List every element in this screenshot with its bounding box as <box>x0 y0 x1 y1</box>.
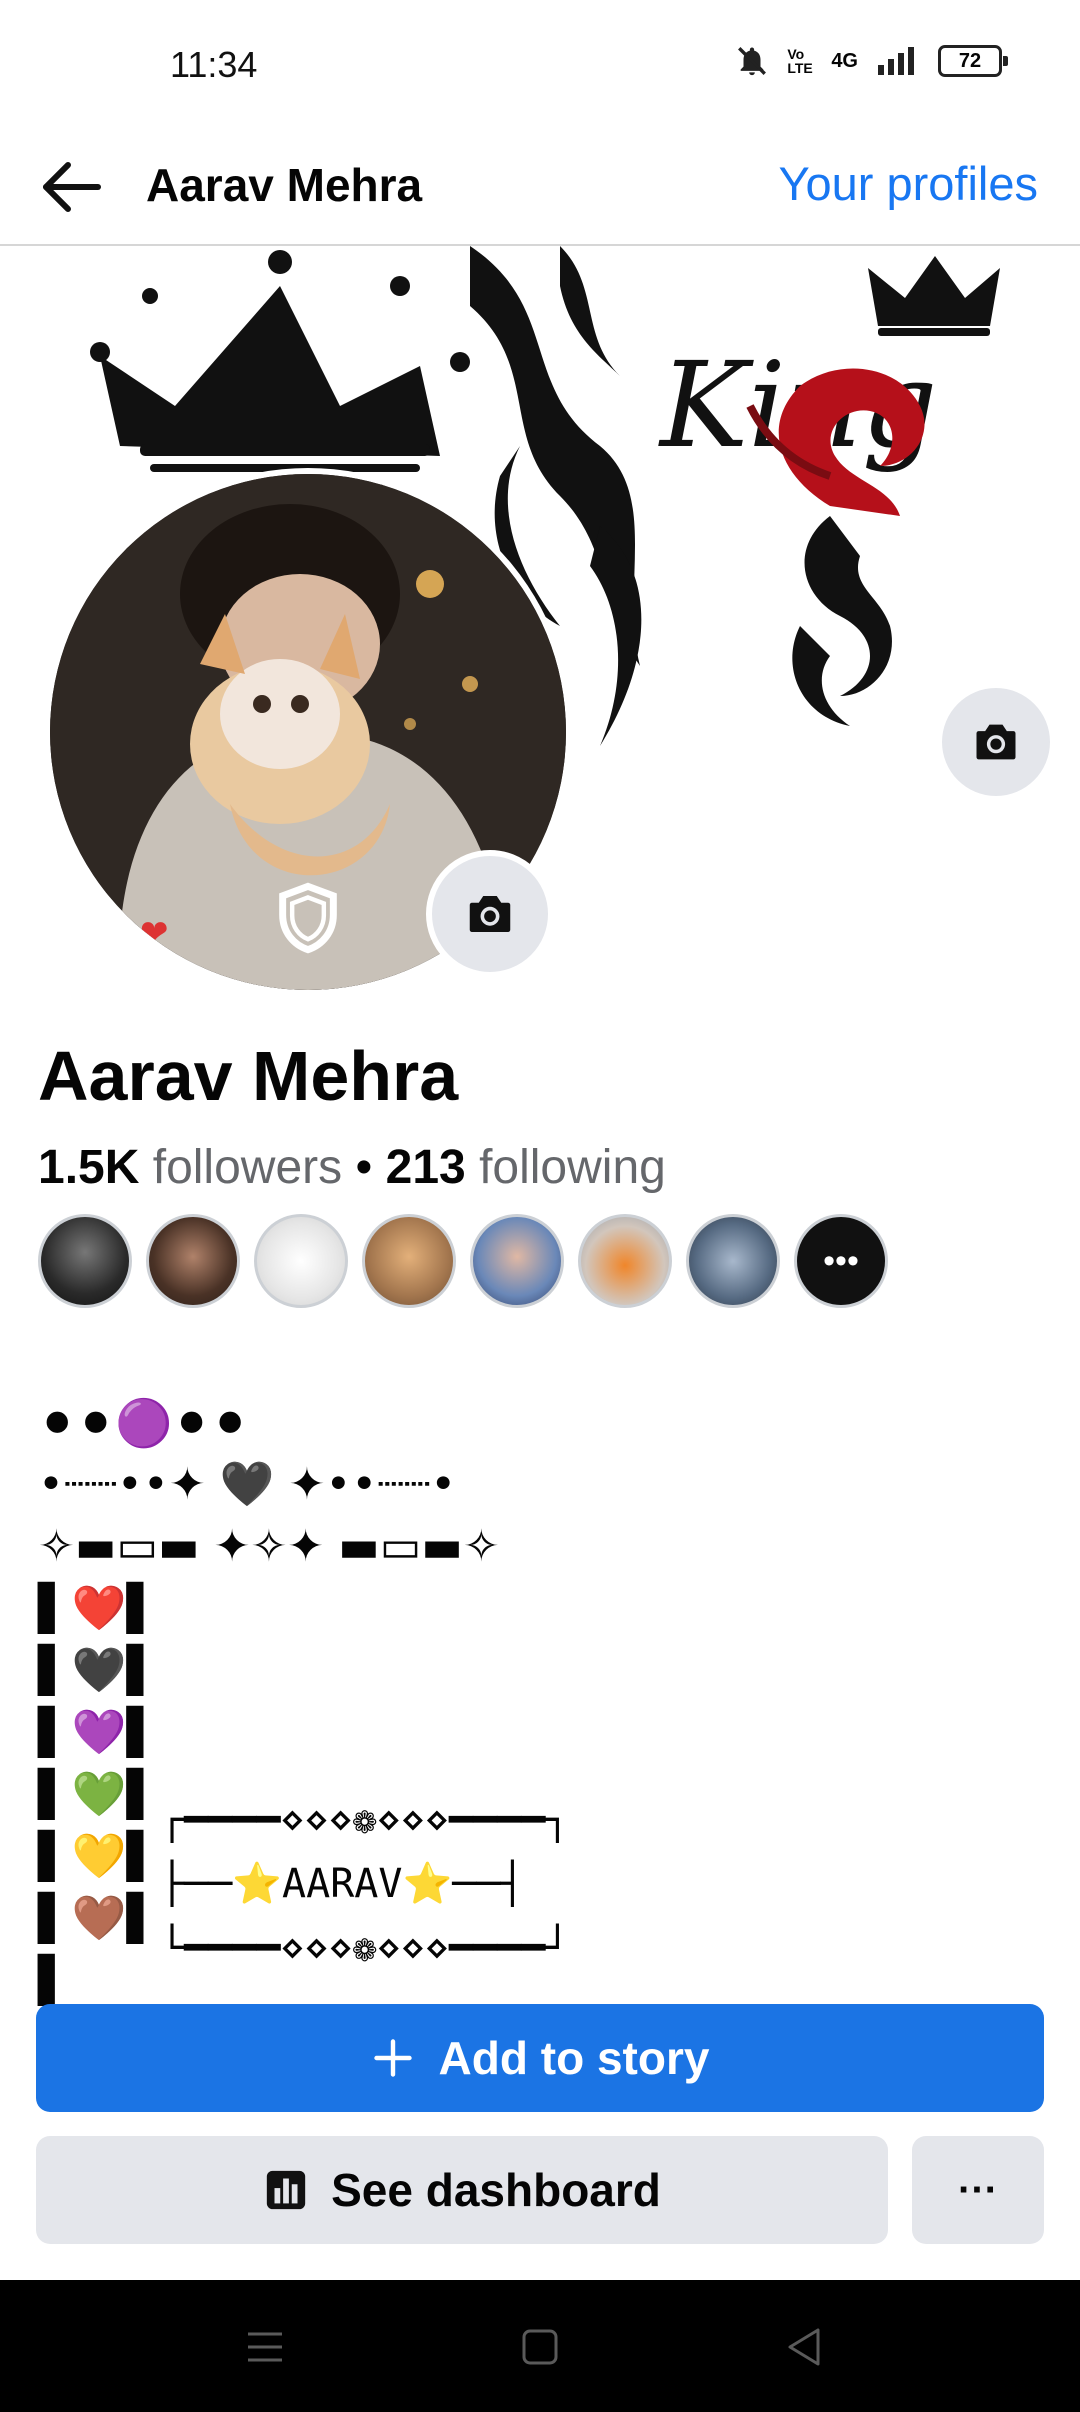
volte-indicator: Vo LTE <box>787 46 813 76</box>
friend-avatar[interactable] <box>254 1214 348 1308</box>
cover-camera-button[interactable] <box>942 688 1050 796</box>
bio-line: •┈┈••✦ 🖤 ✦••┈┈• <box>38 1459 457 1510</box>
follow-stats: 1.5K followers • 213 following <box>38 1140 666 1195</box>
battery-indicator: 72 <box>938 45 1008 77</box>
bio-line: ▌❤️▌ <box>38 1583 161 1634</box>
bio-line: ▌🖤▌ <box>38 1645 161 1696</box>
see-dashboard-label: See dashboard <box>331 2164 661 2216</box>
plus-icon <box>373 2039 412 2077</box>
following-count[interactable]: 213 <box>386 1141 466 1194</box>
frame-top: ┌━━━━⋄⋄⋄❁⋄⋄⋄━━━━┐ <box>160 1797 570 1843</box>
camera-icon <box>469 896 511 932</box>
frame-bottom: └━━━━⋄⋄⋄❁⋄⋄⋄━━━━┘ <box>160 1925 570 1971</box>
frame-middle: ├──⭐AARAV⭐──┤ <box>160 1861 525 1907</box>
add-to-story-button[interactable]: Add to story <box>36 2004 1044 2112</box>
avatar-camera-button[interactable] <box>426 850 554 978</box>
see-dashboard-button[interactable]: See dashboard <box>36 2136 888 2244</box>
more-options-button[interactable]: ··· <box>912 2136 1044 2244</box>
status-bar: 11:34 Vo LTE 4G 72 <box>0 0 1080 130</box>
more-options-icon: ··· <box>958 2167 998 2212</box>
bell-off-icon <box>738 47 767 76</box>
back-triangle-icon[interactable] <box>778 2320 832 2374</box>
friend-avatar[interactable] <box>470 1214 564 1308</box>
add-to-story-label: Add to story <box>438 2032 710 2084</box>
friend-avatar[interactable] <box>362 1214 456 1308</box>
bio-name-frame: ┌━━━━⋄⋄⋄❁⋄⋄⋄━━━━┐ ├──⭐AARAV⭐──┤ └━━━━⋄⋄⋄❁⋄… <box>160 1724 569 2044</box>
followers-count[interactable]: 1.5K <box>38 1141 139 1194</box>
friend-avatars-row: ••• <box>38 1214 888 1308</box>
status-time: 11:34 <box>170 44 258 85</box>
your-profiles-link[interactable]: Your profiles <box>778 156 1038 211</box>
menu-icon[interactable] <box>238 2320 292 2374</box>
friend-avatar[interactable] <box>686 1214 780 1308</box>
back-arrow-icon[interactable] <box>36 152 106 222</box>
status-icons: Vo LTE 4G 72 <box>735 44 1008 78</box>
bio-line: ✧▬▭▬ ✦✧✦ ▬▭▬✧ <box>38 1521 500 1572</box>
profile-name: Aarav Mehra <box>38 1037 459 1115</box>
friend-avatar[interactable] <box>38 1214 132 1308</box>
network-type: 4G <box>831 49 858 72</box>
crown-left-icon <box>90 250 470 472</box>
more-friends-button[interactable]: ••• <box>794 1214 888 1308</box>
profile-guard-shield-icon <box>279 882 337 954</box>
home-icon[interactable] <box>513 2320 567 2374</box>
friend-avatar[interactable] <box>146 1214 240 1308</box>
system-navigation-bar <box>0 2280 1080 2412</box>
dashboard-chart-icon <box>266 2170 306 2210</box>
bio-line: ⚫⚫🟣⚫⚫ <box>38 1396 250 1450</box>
following-label[interactable]: following <box>479 1141 666 1194</box>
crown-right-icon <box>868 256 1000 336</box>
top-bar: Aarav Mehra Your profiles <box>0 130 1080 246</box>
friend-avatar[interactable] <box>578 1214 672 1308</box>
more-dots-icon: ••• <box>823 1241 859 1280</box>
page-title: Aarav Mehra <box>146 159 423 211</box>
stats-separator: • <box>342 1141 386 1194</box>
signal-icon <box>878 47 914 75</box>
battery-level: 72 <box>958 49 982 72</box>
camera-icon <box>976 724 1016 760</box>
followers-label[interactable]: followers <box>153 1141 342 1194</box>
